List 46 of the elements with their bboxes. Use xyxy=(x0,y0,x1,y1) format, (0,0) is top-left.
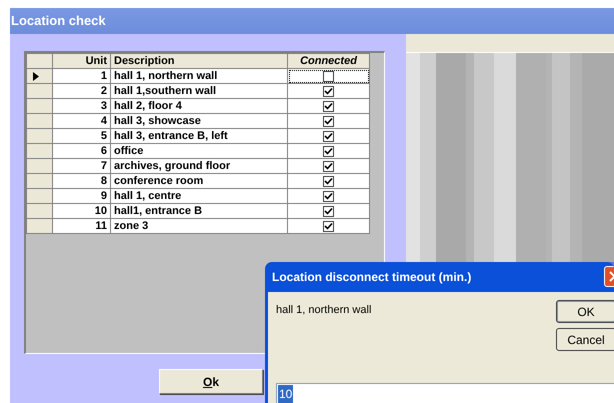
table-cell: zone 3 xyxy=(110,218,288,234)
column-header[interactable]: Description xyxy=(110,54,288,68)
cancel-button[interactable]: Cancel xyxy=(556,328,614,351)
table-cell: 1 xyxy=(52,68,110,84)
table-cell: archives, ground floor xyxy=(110,158,288,174)
ok-button[interactable]: Ok xyxy=(159,369,263,394)
row-header[interactable] xyxy=(26,68,52,84)
column-header[interactable]: Unit xyxy=(52,54,110,68)
checkbox[interactable] xyxy=(323,100,334,112)
table-cell: 11 xyxy=(52,218,110,234)
table-cell: hall 2, floor 4 xyxy=(110,98,288,114)
table-cell: 5 xyxy=(52,128,110,144)
table-cell: 10 xyxy=(52,204,110,218)
checkbox[interactable] xyxy=(323,206,334,216)
table-cell: 6 xyxy=(52,144,110,158)
table-cell: 8 xyxy=(52,174,110,188)
table-cell: hall 1,southern wall xyxy=(110,84,288,98)
table-cell: office xyxy=(110,144,288,158)
checkbox[interactable] xyxy=(323,146,334,156)
checkbox[interactable] xyxy=(323,86,334,96)
checkbox[interactable] xyxy=(323,116,334,126)
table-cell: hall 3, showcase xyxy=(110,114,288,128)
row-pointer-icon xyxy=(33,72,39,80)
table-cell: hall 1, northern wall xyxy=(110,68,288,84)
ok-button[interactable]: OK xyxy=(556,300,614,323)
checkbox[interactable] xyxy=(323,70,334,82)
checkbox[interactable] xyxy=(323,130,334,142)
dialog-title: Location disconnect timeout (min.) xyxy=(272,269,472,286)
table-cell: hall 3, entrance B, left xyxy=(110,128,288,144)
table-cell: hall1, entrance B xyxy=(110,204,288,218)
column-header[interactable]: Connected xyxy=(288,54,370,68)
window-title: Location check xyxy=(11,12,106,30)
table-cell: hall 1, centre xyxy=(110,188,288,204)
table-cell: 3 xyxy=(52,98,110,114)
table-cell: 2 xyxy=(52,84,110,98)
checkbox[interactable] xyxy=(323,220,334,232)
table-cell: conference room xyxy=(110,174,288,188)
input-field[interactable]: 10 xyxy=(276,383,614,403)
checkbox[interactable] xyxy=(323,160,334,172)
row-header xyxy=(26,54,52,68)
table-cell: 7 xyxy=(52,158,110,174)
checkbox[interactable] xyxy=(323,176,334,186)
dialog-message: hall 1, northern wall xyxy=(276,303,372,318)
table-cell: 4 xyxy=(52,114,110,128)
table-cell: 9 xyxy=(52,188,110,204)
checkbox[interactable] xyxy=(323,190,334,202)
